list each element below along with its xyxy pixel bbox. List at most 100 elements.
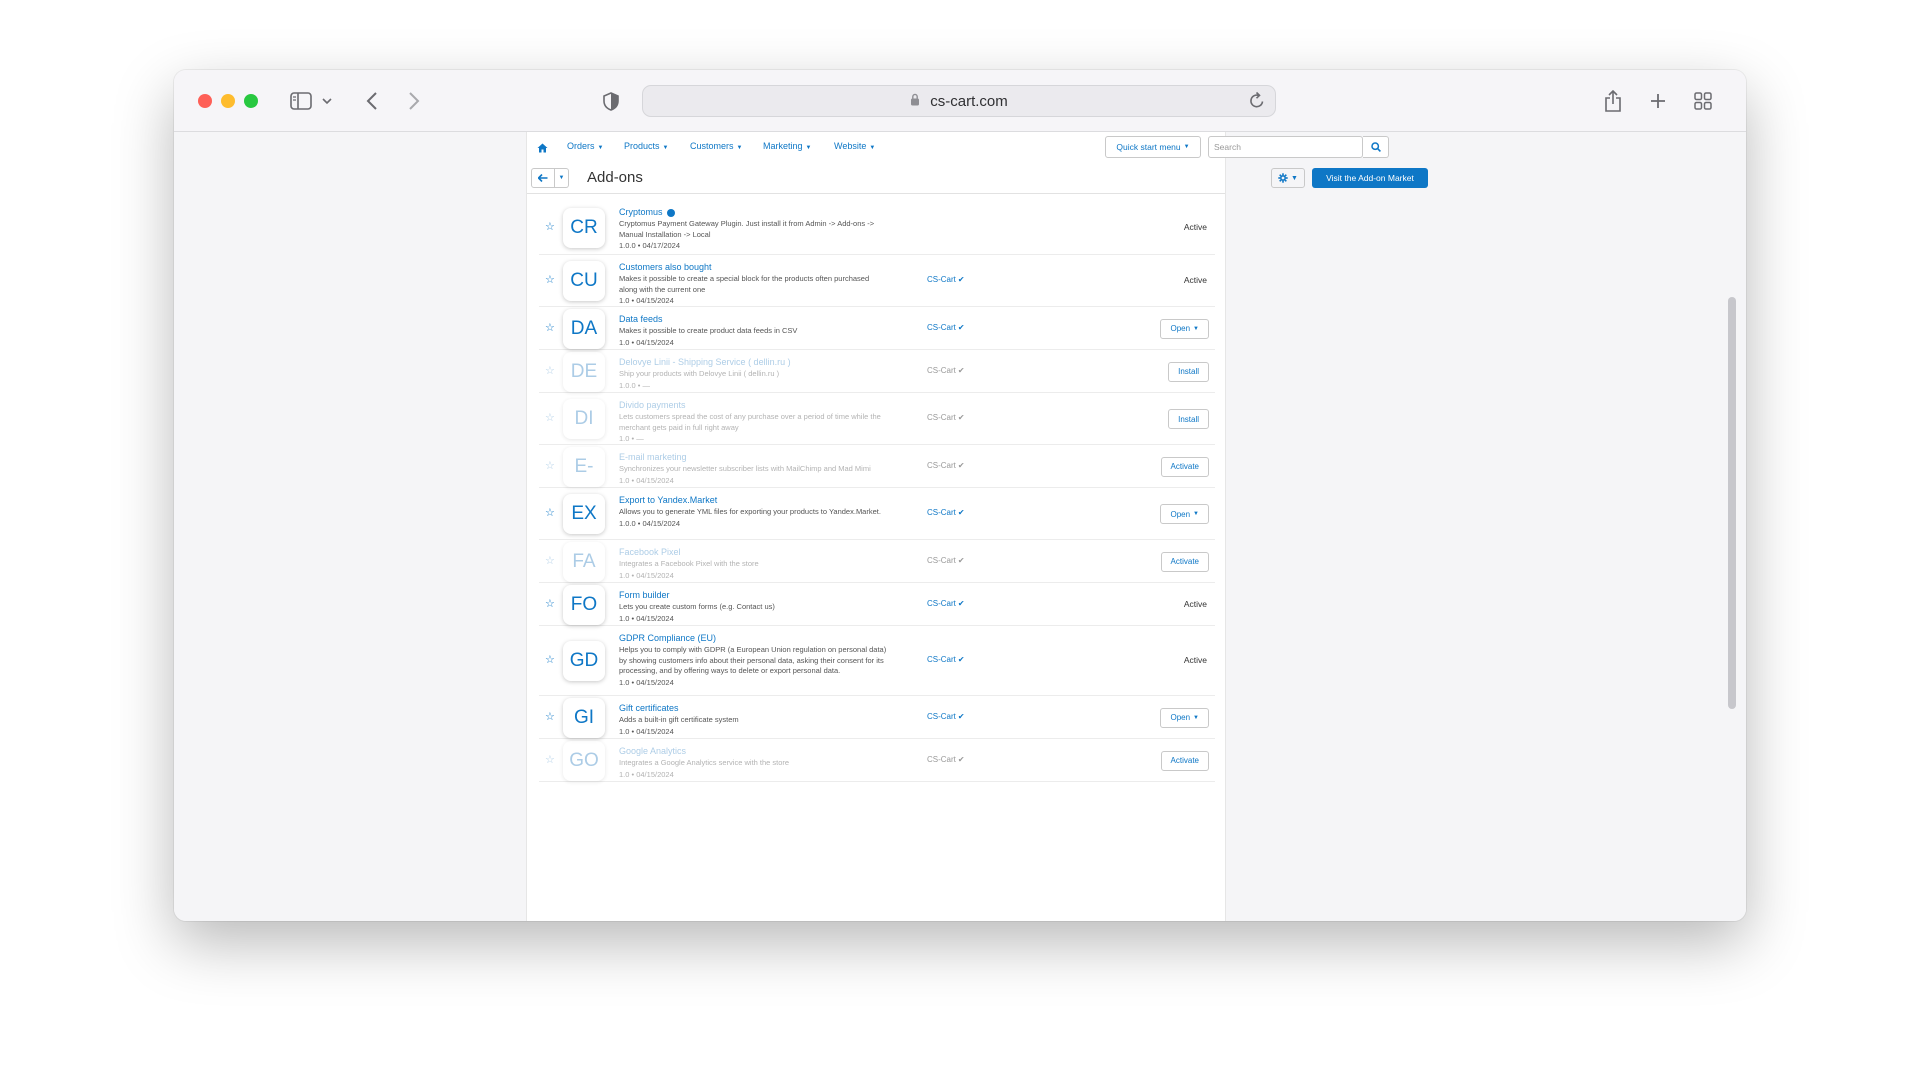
home-icon[interactable]	[537, 140, 548, 158]
search-input[interactable]: Search	[1208, 136, 1363, 158]
caret-down-icon: ▼	[1183, 144, 1190, 150]
shield-icon[interactable]	[600, 88, 622, 114]
open-dropdown-button[interactable]: Open ▼	[1160, 318, 1209, 339]
tab-overview-icon[interactable]	[1692, 88, 1714, 114]
addon-name-link[interactable]: E-mail marketing	[619, 451, 889, 464]
addon-name-link[interactable]: Facebook Pixel	[619, 546, 889, 559]
addon-info: Customers also bought Makes it possible t…	[619, 261, 889, 307]
star-icon[interactable]: ☆	[545, 321, 555, 334]
addon-version-date: 1.0 • 04/15/2024	[619, 726, 674, 736]
star-icon[interactable]: ☆	[545, 597, 555, 610]
addon-developer-link[interactable]: CS-Cart ✔	[927, 366, 965, 375]
addon-developer-link[interactable]: CS-Cart ✔	[927, 755, 965, 764]
star-icon[interactable]: ☆	[545, 364, 555, 377]
back-arrow-button[interactable]	[531, 168, 555, 188]
addon-developer-link[interactable]: CS-Cart ✔	[927, 275, 965, 284]
addon-version-date: 1.0.0 • 04/15/2024	[619, 518, 681, 528]
star-icon[interactable]: ☆	[545, 506, 555, 519]
back-icon[interactable]	[362, 88, 382, 114]
star-icon[interactable]: ☆	[545, 220, 555, 233]
developer-name: CS-Cart	[927, 711, 956, 721]
button-label: Install	[1178, 367, 1199, 376]
addon-developer-link[interactable]: CS-Cart ✔	[927, 712, 965, 721]
share-icon[interactable]	[1602, 88, 1624, 114]
addon-logo: FA	[563, 541, 605, 582]
star-icon[interactable]: ☆	[545, 753, 555, 766]
new-tab-icon[interactable]	[1648, 88, 1668, 114]
addon-name-link[interactable]: Cryptomus	[619, 206, 889, 219]
addon-name-link[interactable]: Data feeds	[619, 313, 889, 326]
nav-orders[interactable]: Orders ▼	[567, 141, 603, 151]
visit-addon-market-button[interactable]: Visit the Add-on Market	[1312, 168, 1428, 188]
addon-version-date: 1.0.0 • 04/17/2024	[619, 241, 681, 250]
developer-name: CS-Cart	[927, 322, 956, 332]
addon-version-date: 1.0 • 04/15/2024	[619, 296, 674, 305]
addon-description: Lets customers spread the cost of any pu…	[619, 412, 881, 432]
star-icon[interactable]: ☆	[545, 459, 555, 472]
page-scrollbar[interactable]	[1728, 297, 1736, 709]
addon-developer-link[interactable]: CS-Cart ✔	[927, 323, 965, 332]
star-icon[interactable]: ☆	[545, 411, 555, 424]
nav-customers[interactable]: Customers ▼	[690, 141, 742, 151]
addon-developer-link[interactable]: CS-Cart ✔	[927, 655, 965, 664]
star-icon[interactable]: ☆	[545, 710, 555, 723]
zoom-window-button[interactable]	[244, 94, 258, 108]
addon-developer-link[interactable]: CS-Cart ✔	[927, 413, 965, 422]
addon-description: Helps you to comply with GDPR (a Europea…	[619, 645, 887, 675]
close-window-button[interactable]	[198, 94, 212, 108]
verified-badge-icon	[666, 208, 675, 217]
address-bar[interactable]: cs-cart.com	[642, 85, 1276, 117]
addon-info: GDPR Compliance (EU) Helps you to comply …	[619, 632, 889, 689]
activate-button[interactable]: Activate	[1160, 456, 1209, 477]
addon-row: ☆ E- E-mail marketing Synchronizes your new…	[539, 445, 1215, 488]
install-button[interactable]: Install	[1168, 409, 1209, 429]
star-icon[interactable]: ☆	[545, 554, 555, 567]
addon-developer-link[interactable]: CS-Cart ✔	[927, 556, 965, 565]
star-icon[interactable]: ☆	[545, 653, 555, 666]
addon-info: Cryptomus Cryptomus Payment Gateway Plugi…	[619, 206, 889, 252]
open-dropdown-button[interactable]: Open ▼	[1160, 707, 1209, 728]
search-button[interactable]	[1363, 136, 1389, 158]
addon-name-link[interactable]: Delovye Linii - Shipping Service ( delli…	[619, 356, 889, 369]
addon-name-link[interactable]: Divido payments	[619, 399, 889, 412]
addon-developer-link[interactable]: CS-Cart ✔	[927, 599, 965, 608]
addon-version-date: 1.0 • 04/15/2024	[619, 613, 674, 623]
addon-name: Form builder	[619, 590, 670, 600]
nav-website[interactable]: Website ▼	[834, 141, 875, 151]
addon-name: Facebook Pixel	[619, 547, 681, 557]
addon-name-link[interactable]: Form builder	[619, 589, 889, 602]
forward-icon[interactable]	[404, 88, 424, 114]
addon-name-link[interactable]: Gift certificates	[619, 702, 889, 715]
addon-name-link[interactable]: GDPR Compliance (EU)	[619, 632, 889, 645]
activate-button[interactable]: Activate	[1160, 750, 1209, 771]
quick-start-menu-button[interactable]: Quick start menu ▼	[1105, 136, 1201, 158]
caret-down-icon: ▼	[736, 145, 743, 151]
search-icon	[1370, 142, 1381, 152]
addon-status: Active	[1183, 598, 1207, 609]
minimize-window-button[interactable]	[221, 94, 235, 108]
settings-dropdown-button[interactable]: ▼	[1271, 168, 1305, 188]
back-history-dropdown[interactable]: ▼	[555, 168, 569, 188]
addon-name-link[interactable]: Google Analytics	[619, 745, 889, 758]
addon-name: Cryptomus	[619, 207, 663, 217]
addon-name-link[interactable]: Customers also bought	[619, 261, 889, 274]
checkmark-icon: ✔	[957, 365, 965, 375]
activate-button[interactable]: Activate	[1160, 551, 1209, 572]
browser-window: cs-cart.com Orders ▼ Products ▼ Customers ▼	[174, 70, 1746, 921]
star-icon[interactable]: ☆	[545, 273, 555, 286]
chevron-down-icon[interactable]	[320, 88, 334, 114]
install-button[interactable]: Install	[1168, 361, 1209, 382]
addon-description: Allows you to generate YML files for exp…	[619, 507, 881, 516]
addon-name-link[interactable]: Export to Yandex.Market	[619, 494, 889, 507]
addon-developer-link[interactable]: CS-Cart ✔	[927, 508, 965, 517]
addon-row: ☆ DA Data feeds Makes it possible to create…	[539, 307, 1215, 350]
addon-description: Integrates a Google Analytics service wi…	[619, 758, 790, 767]
nav-products[interactable]: Products ▼	[624, 141, 668, 151]
open-dropdown-button[interactable]: Open ▼	[1160, 504, 1209, 524]
nav-marketing[interactable]: Marketing ▼	[763, 141, 811, 151]
addon-logo: DE	[563, 351, 605, 392]
caret-down-icon: ▼	[805, 145, 812, 151]
sidebar-toggle-icon[interactable]	[288, 88, 314, 114]
reload-icon[interactable]	[1249, 91, 1265, 113]
addon-developer-link[interactable]: CS-Cart ✔	[927, 461, 965, 470]
